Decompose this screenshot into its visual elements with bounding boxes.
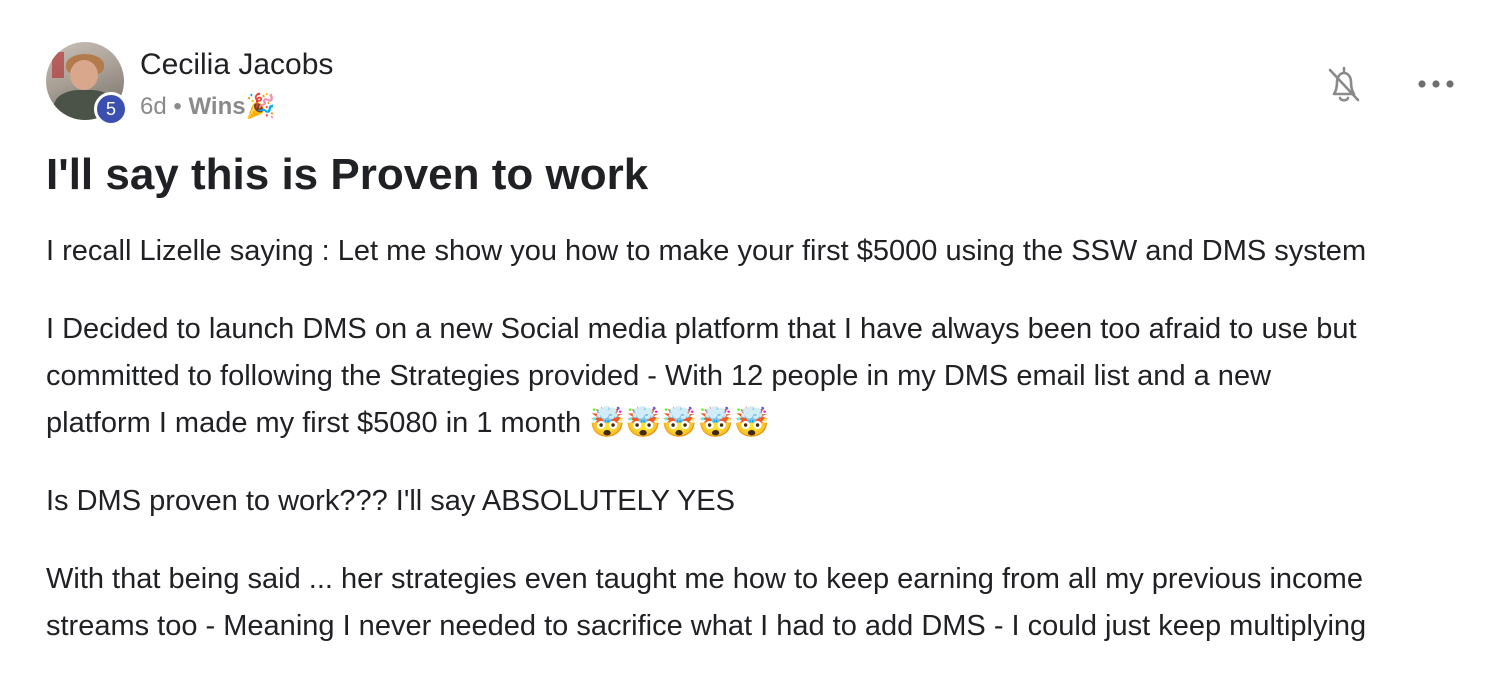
post-line: committed to following the Strategies pr… bbox=[46, 360, 1272, 392]
post-header: 5 Cecilia Jacobs 6d • Wins🎉 bbox=[46, 42, 1456, 132]
post-line: I Decided to launch DMS on a new Social … bbox=[46, 313, 1357, 345]
post-paragraph: I recall Lizelle saying : Let me show yo… bbox=[46, 228, 1466, 275]
post-time[interactable]: 6d bbox=[140, 93, 167, 120]
post-line: Is DMS proven to work??? I'll say ABSOLU… bbox=[46, 485, 735, 517]
post-body: I recall Lizelle saying : Let me show yo… bbox=[46, 228, 1466, 681]
post-line: I recall Lizelle saying : Let me show yo… bbox=[46, 235, 1367, 267]
avatar-container[interactable]: 5 bbox=[46, 42, 128, 126]
post-line: With that being said ... her strategies … bbox=[46, 563, 1363, 595]
more-options-icon[interactable] bbox=[1416, 72, 1456, 96]
post-paragraph: Is DMS proven to work??? I'll say ABSOLU… bbox=[46, 478, 1466, 525]
avatar-background-detail bbox=[52, 52, 64, 78]
author-name[interactable]: Cecilia Jacobs bbox=[140, 48, 333, 82]
level-badge: 5 bbox=[94, 92, 128, 126]
post-line: platform I made my first $5080 in 1 mont… bbox=[46, 407, 770, 439]
post-paragraph: I Decided to launch DMS on a new Social … bbox=[46, 306, 1466, 447]
post-line: streams too - Meaning I never needed to … bbox=[46, 610, 1367, 642]
post-paragraph: With that being said ... her strategies … bbox=[46, 556, 1466, 650]
post-title: I'll say this is Proven to work bbox=[46, 150, 649, 199]
meta-separator: • bbox=[173, 93, 182, 120]
post-meta: 6d • Wins🎉 bbox=[140, 92, 275, 121]
bell-off-icon[interactable] bbox=[1326, 64, 1362, 106]
avatar-face bbox=[70, 60, 98, 90]
post-category[interactable]: Wins🎉 bbox=[188, 93, 275, 120]
